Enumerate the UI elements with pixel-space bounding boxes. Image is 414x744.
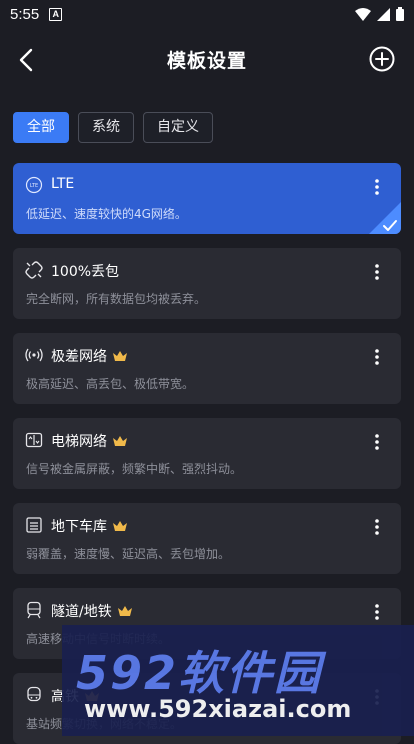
template-title: 隧道/地铁 xyxy=(51,601,132,621)
train-icon xyxy=(27,686,41,702)
template-desc: 信号被金属屏蔽，频繁中断、强烈抖动。 xyxy=(26,462,243,476)
template-title: LTE xyxy=(51,176,74,192)
template-title-text: 隧道/地铁 xyxy=(51,604,112,620)
template-desc: 低延迟、速度较快的4G网络。 xyxy=(26,207,187,221)
tab-all[interactable]: 全部 xyxy=(13,112,69,143)
template-desc: 完全断网，所有数据包均被丢弃。 xyxy=(26,292,207,306)
cell-signal-icon xyxy=(377,7,390,21)
template-title-text: 地下车库 xyxy=(51,519,107,535)
broken-link-icon xyxy=(25,261,43,279)
app-notification-icon: A xyxy=(49,7,63,21)
page-title: 模板设置 xyxy=(166,50,247,72)
template-card-garage[interactable]: 地下车库 弱覆盖，速度慢、延迟高、丢包增加。 xyxy=(13,503,401,574)
battery-icon xyxy=(396,7,404,21)
more-options-icon[interactable] xyxy=(371,262,383,282)
template-title-text: LTE xyxy=(51,176,75,192)
status-indicators xyxy=(355,7,404,21)
watermark-url: www.592xiazai.com xyxy=(84,695,352,723)
garage-icon xyxy=(26,517,42,533)
more-options-icon[interactable] xyxy=(371,177,383,197)
selected-check-icon xyxy=(369,202,401,234)
premium-crown-icon xyxy=(113,520,127,531)
wifi-icon xyxy=(355,7,371,21)
tab-system[interactable]: 系统 xyxy=(78,112,134,143)
template-title-text: 电梯网络 xyxy=(51,434,107,450)
status-time: 5:55 xyxy=(10,5,40,23)
filter-tabs: 全部 系统 自定义 xyxy=(13,112,213,143)
watermark-overlay: 592软件园 www.592xiazai.com xyxy=(62,625,414,736)
watermark-logo-text: 592软件园 xyxy=(76,646,323,700)
lte-icon: LTE xyxy=(25,176,43,194)
app-bar: 模板设置 xyxy=(0,36,414,84)
premium-crown-icon xyxy=(113,350,127,361)
more-options-icon[interactable] xyxy=(371,602,383,622)
template-title-text: 100%丢包 xyxy=(51,264,120,280)
more-options-icon[interactable] xyxy=(371,347,383,367)
premium-crown-icon xyxy=(117,605,132,616)
add-template-icon[interactable] xyxy=(368,45,396,73)
template-desc: 弱覆盖，速度慢、延迟高、丢包增加。 xyxy=(26,547,231,561)
tab-custom[interactable]: 自定义 xyxy=(143,112,213,143)
template-card-lte[interactable]: LTE LTE 低延迟、速度较快的4G网络。 xyxy=(13,163,401,234)
template-card-elevator[interactable]: 电梯网络 信号被金属屏蔽，频繁中断、强烈抖动。 xyxy=(13,418,401,489)
template-desc: 极高延迟、高丢包、极低带宽。 xyxy=(26,377,195,391)
weak-signal-icon xyxy=(25,348,43,362)
status-bar: 5:55 A xyxy=(0,0,414,28)
more-options-icon[interactable] xyxy=(371,432,383,452)
subway-icon xyxy=(27,601,41,619)
template-title-text: 极差网络 xyxy=(51,349,107,365)
template-title: 极差网络 xyxy=(51,346,127,366)
template-card-packet-loss[interactable]: 100%丢包 完全断网，所有数据包均被丢弃。 xyxy=(13,248,401,319)
template-title: 100%丢包 xyxy=(51,261,119,281)
svg-text:LTE: LTE xyxy=(30,183,38,189)
elevator-icon xyxy=(25,432,43,448)
premium-crown-icon xyxy=(113,435,127,446)
template-card-poor-network[interactable]: 极差网络 极高延迟、高丢包、极低带宽。 xyxy=(13,333,401,404)
template-title: 地下车库 xyxy=(51,516,127,536)
template-title: 电梯网络 xyxy=(51,431,127,451)
more-options-icon[interactable] xyxy=(371,517,383,537)
